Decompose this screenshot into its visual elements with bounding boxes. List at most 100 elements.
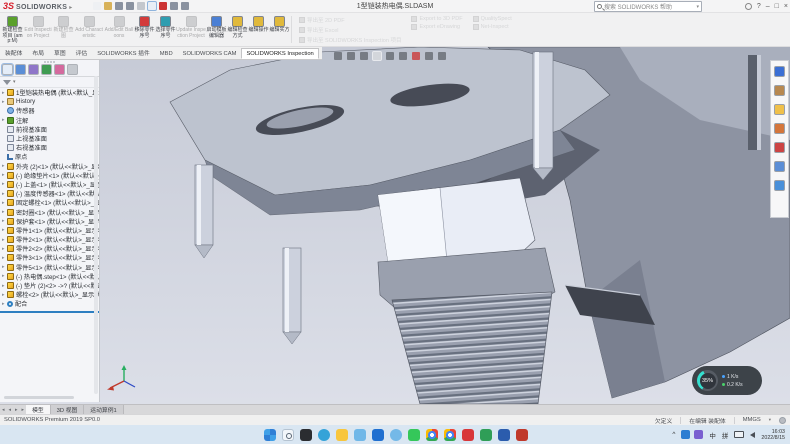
tree-item[interactable]: ▸ 零件5<1> (默认<<默认>_显示状 [0, 263, 99, 272]
close-button[interactable]: × [784, 3, 788, 10]
ribbon-button[interactable]: 新建检查图 [53, 14, 74, 45]
heads-up-icon[interactable] [334, 52, 342, 60]
task-pane-tab-icon[interactable] [774, 104, 785, 115]
ribbon-tab[interactable]: SOLIDWORKS CAM [178, 48, 242, 59]
taskbar-app-icon[interactable] [390, 429, 402, 441]
heads-up-icon[interactable] [438, 52, 446, 60]
ribbon-tab[interactable]: MBD [155, 48, 178, 59]
tree-item[interactable]: ▸ 原点 [0, 152, 99, 161]
taskbar-app-icon[interactable] [426, 429, 438, 441]
3d-viewport[interactable] [0, 47, 790, 404]
minimize-button[interactable]: – [766, 3, 770, 10]
panel-tab-icon[interactable] [54, 64, 65, 75]
quick-access-icon[interactable] [148, 2, 156, 10]
export-menu-item[interactable]: QualitySpect [473, 16, 512, 22]
ribbon-button[interactable]: 移除零件序号 [134, 14, 155, 45]
task-pane-tab-icon[interactable] [774, 180, 785, 191]
task-pane-tab-icon[interactable] [774, 66, 785, 77]
export-menu-item[interactable]: 导出至 SOLIDWORKS Inspection 项目 [299, 36, 401, 44]
quick-access-icon[interactable] [115, 2, 123, 10]
tree-item[interactable]: ▸ (-) 温度传感器<1> (默认<<默认>_ [0, 189, 99, 198]
ribbon-tab[interactable]: 草图 [49, 45, 71, 59]
quick-access-icon[interactable] [170, 2, 178, 10]
ribbon-tab[interactable]: 评估 [71, 45, 93, 59]
tree-item[interactable]: ▸ 零件3<1> (默认<<默认>_显示状 [0, 253, 99, 262]
tray-chevron-icon[interactable]: ^ [672, 431, 675, 438]
ime-indicator[interactable]: 中 [709, 430, 716, 440]
tree-item[interactable]: ▸ 零件2<1> (默认<<默认>_显示状 [0, 235, 99, 244]
tree-item[interactable]: ▸ 零件2<2> (默认<<默认>_显示状 [0, 244, 99, 253]
status-gear-icon[interactable] [779, 417, 786, 424]
display-icon[interactable] [734, 431, 744, 438]
ribbon-tab[interactable]: 装配体 [0, 45, 27, 59]
quick-access-icon[interactable] [93, 2, 101, 10]
tree-item[interactable]: ▸ History [0, 97, 99, 106]
export-menu-item[interactable]: Export eDrawing [411, 24, 462, 30]
taskbar-app-icon[interactable] [282, 429, 294, 441]
export-menu-item[interactable]: Export to 3D PDF [411, 16, 462, 22]
taskbar-app-icon[interactable] [498, 429, 510, 441]
tree-item[interactable]: ▸ 前视基准面 [0, 125, 99, 134]
performance-overlay[interactable]: 35% 1 K/s 0.2 K/s [692, 366, 762, 395]
heads-up-icon[interactable] [373, 52, 381, 60]
quick-access-icon[interactable] [159, 2, 167, 10]
heads-up-icon[interactable] [399, 52, 407, 60]
tree-item[interactable]: ▸ 外壳 (2)<1> (默认<<默认>_显示状 [0, 162, 99, 171]
tree-item[interactable]: ▸ (-) 垫片 (2)<2> ->? (默认<<默认> [0, 281, 99, 290]
taskbar-clock[interactable]: 16:03 2022/8/15 [761, 429, 785, 441]
quick-access-icon[interactable] [137, 2, 145, 10]
tree-filter[interactable]: ▾ [0, 77, 99, 88]
tray-icon[interactable] [694, 430, 703, 439]
heads-up-icon[interactable] [412, 52, 420, 60]
task-pane-tab-icon[interactable] [774, 142, 785, 153]
tree-item[interactable]: ▸ 传感器 [0, 106, 99, 115]
model-view-tab[interactable]: 3D 视图 [51, 405, 85, 414]
ime-mode-indicator[interactable]: 拼 [722, 430, 729, 440]
taskbar-app-icon[interactable] [300, 429, 312, 441]
panel-tab-icon[interactable] [28, 64, 39, 75]
tree-item[interactable]: ▸ 配合 [0, 299, 99, 308]
ribbon-button[interactable]: 选择零件序号 [155, 14, 176, 45]
tree-item[interactable]: ▸ 固定螺栓<1> (默认<<默认>_显示 [0, 198, 99, 207]
ribbon-button[interactable]: 新建检查项目 (amp:M) [2, 14, 23, 45]
model-view-tab[interactable]: 运动算例1 [84, 405, 123, 414]
help-button[interactable]: ? [757, 3, 761, 10]
ribbon-button[interactable]: Add Characteristic [74, 14, 104, 45]
tree-horizontal-scrollbar[interactable] [4, 396, 74, 399]
task-pane-tab-icon[interactable] [774, 123, 785, 134]
tree-item[interactable]: ▸ 螺栓<2> (默认<<默认>_显示状态 [0, 290, 99, 299]
ribbon-tab[interactable]: SOLIDWORKS Inspection [241, 48, 318, 59]
taskbar-app-icon[interactable] [480, 429, 492, 441]
taskbar-app-icon[interactable] [336, 429, 348, 441]
ribbon-button[interactable]: 编辑检查方式 [227, 14, 248, 45]
status-caret-icon[interactable]: ▾ [769, 417, 771, 423]
quick-access-icon[interactable] [82, 2, 90, 10]
quick-access-icon[interactable] [126, 2, 134, 10]
restore-button[interactable]: □ [775, 3, 779, 10]
taskbar-app-icon[interactable] [372, 429, 384, 441]
taskbar-app-icon[interactable] [444, 429, 456, 441]
tree-vertical-scrollbar[interactable] [94, 76, 98, 394]
export-menu-item[interactable]: 导出至 Excel [299, 26, 401, 34]
ribbon-tab[interactable]: 布局 [27, 45, 49, 59]
quick-access-icon[interactable] [181, 2, 189, 10]
panel-tab-icon[interactable] [15, 64, 26, 75]
tree-item[interactable]: ▸ (-) 上盖<1> (默认<<默认>_显示状 [0, 180, 99, 189]
ribbon-tab[interactable]: SOLIDWORKS 插件 [92, 45, 155, 59]
taskbar-app-icon[interactable] [264, 429, 276, 441]
ribbon-button[interactable]: Add/Edit Balloons [104, 14, 134, 45]
taskbar-app-icon[interactable] [318, 429, 330, 441]
tree-item[interactable]: ▸ (-) 热电偶.step<1> (默认<<默认> [0, 272, 99, 281]
tree-item[interactable]: ▸ 零件1<1> (默认<<默认>_显示状 [0, 226, 99, 235]
heads-up-icon[interactable] [360, 52, 368, 60]
menu-flyout-arrow-icon[interactable]: ▸ [69, 4, 72, 11]
rollback-bar[interactable] [0, 311, 99, 313]
heads-up-icon[interactable] [425, 52, 433, 60]
filter-caret-icon[interactable]: ▾ [13, 79, 16, 85]
tray-icon[interactable] [681, 430, 690, 439]
ribbon-button[interactable]: Update Inspection Project [176, 14, 206, 45]
heads-up-icon[interactable] [347, 52, 355, 60]
tree-item[interactable]: ▸ 右视基准面 [0, 143, 99, 152]
export-menu-item[interactable]: 导出至 2D PDF [299, 16, 401, 24]
model-view-tab[interactable]: 模型 [26, 405, 51, 414]
